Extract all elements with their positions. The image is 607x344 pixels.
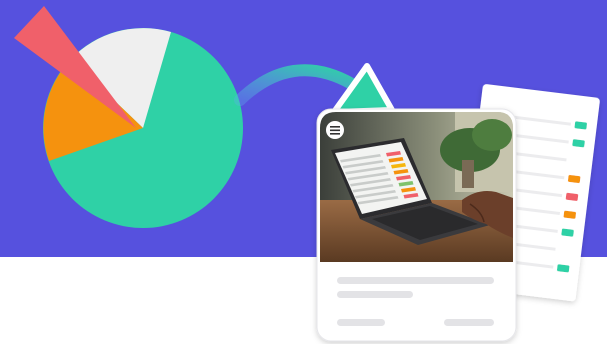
report-marker-green [572, 139, 585, 148]
curved-arrow-icon [234, 63, 395, 115]
report-marker-green [574, 121, 587, 130]
report-marker-orange [563, 210, 576, 219]
report-marker-green [556, 264, 570, 273]
illustration [14, 6, 600, 342]
report-marker-red [565, 192, 579, 201]
pie-chart [14, 6, 243, 228]
report-marker-green [561, 228, 574, 237]
report-marker-orange [567, 174, 581, 184]
list-icon[interactable] [326, 121, 344, 139]
card-photo [320, 112, 513, 262]
